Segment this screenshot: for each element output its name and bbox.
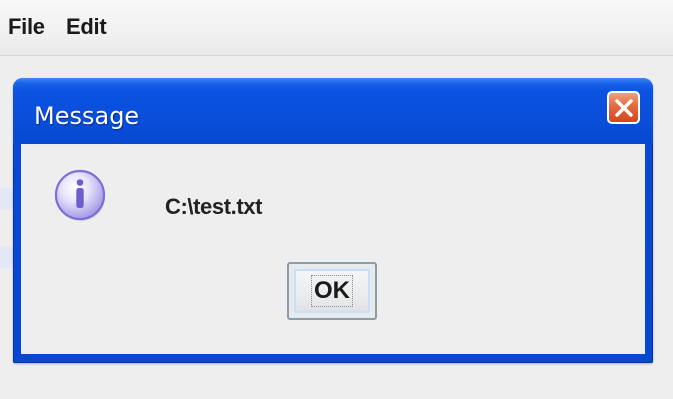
menu-bar: File Edit [0,0,673,56]
info-icon [54,169,106,221]
ok-button-label: OK [311,275,353,307]
message-dialog: Message C:\test.txt OK [13,78,653,363]
ok-button[interactable]: OK [287,262,377,320]
dialog-content: C:\test.txt OK [21,144,645,354]
close-icon [614,98,633,117]
message-text: C:\test.txt [165,194,263,219]
menu-file[interactable]: File [8,14,45,40]
dialog-title: Message [34,102,140,130]
close-button[interactable] [607,91,640,124]
menu-edit[interactable]: Edit [66,14,107,40]
dialog-title-bar[interactable]: Message [13,78,653,144]
ok-button-face: OK [294,269,370,313]
